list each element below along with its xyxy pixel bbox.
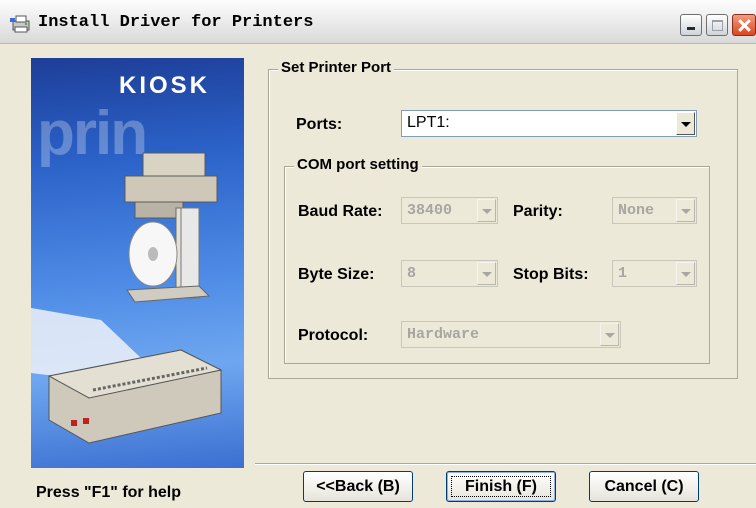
focus-rectangle bbox=[451, 476, 551, 497]
dropdown-arrow-icon[interactable] bbox=[676, 199, 695, 222]
close-button[interactable] bbox=[732, 14, 756, 36]
protocol-label: Protocol: bbox=[298, 327, 369, 344]
back-button-label: <<Back (B) bbox=[316, 478, 400, 495]
parity-select[interactable]: None bbox=[612, 197, 697, 224]
kiosk-printer-image: prin KIOSK bbox=[31, 58, 244, 468]
window-title: Install Driver for Printers bbox=[38, 13, 314, 32]
finish-button[interactable]: Finish (F) bbox=[446, 471, 556, 502]
baud-rate-label: Baud Rate: bbox=[298, 203, 383, 220]
dropdown-arrow-icon[interactable] bbox=[676, 112, 695, 135]
protocol-value: Hardware bbox=[407, 326, 480, 343]
com-port-setting-legend: COM port setting bbox=[294, 156, 422, 173]
stop-bits-label: Stop Bits: bbox=[513, 266, 589, 283]
parity-value: None bbox=[618, 202, 655, 219]
help-hint-text: Press "F1" for help bbox=[36, 484, 181, 501]
dropdown-arrow-icon[interactable] bbox=[477, 199, 496, 222]
cancel-button[interactable]: Cancel (C) bbox=[589, 471, 699, 502]
maximize-button[interactable] bbox=[706, 14, 728, 36]
byte-size-value: 8 bbox=[407, 265, 417, 282]
ports-select-value: LPT1: bbox=[407, 114, 450, 131]
parity-label: Parity: bbox=[513, 203, 563, 220]
ports-label: Ports: bbox=[296, 116, 343, 133]
printer-illustration bbox=[31, 152, 223, 444]
byte-size-select[interactable]: 8 bbox=[401, 260, 498, 287]
set-printer-port-legend: Set Printer Port bbox=[278, 59, 395, 76]
title-bar[interactable]: Install Driver for Printers bbox=[0, 0, 756, 44]
dropdown-arrow-icon[interactable] bbox=[600, 323, 619, 346]
baud-rate-value: 38400 bbox=[407, 202, 453, 219]
back-button[interactable]: <<Back (B) bbox=[303, 471, 413, 502]
dropdown-arrow-icon[interactable] bbox=[676, 262, 695, 285]
baud-rate-select[interactable]: 38400 bbox=[401, 197, 498, 224]
ports-select[interactable]: LPT1: bbox=[401, 110, 697, 137]
cancel-button-label: Cancel (C) bbox=[604, 478, 684, 495]
dropdown-arrow-icon[interactable] bbox=[477, 262, 496, 285]
stop-bits-select[interactable]: 1 bbox=[612, 260, 697, 287]
protocol-select[interactable]: Hardware bbox=[401, 321, 621, 348]
stop-bits-value: 1 bbox=[618, 265, 628, 282]
minimize-button[interactable] bbox=[680, 14, 702, 36]
footer-separator bbox=[255, 463, 756, 465]
byte-size-label: Byte Size: bbox=[298, 266, 375, 283]
printer-app-icon bbox=[10, 15, 30, 33]
